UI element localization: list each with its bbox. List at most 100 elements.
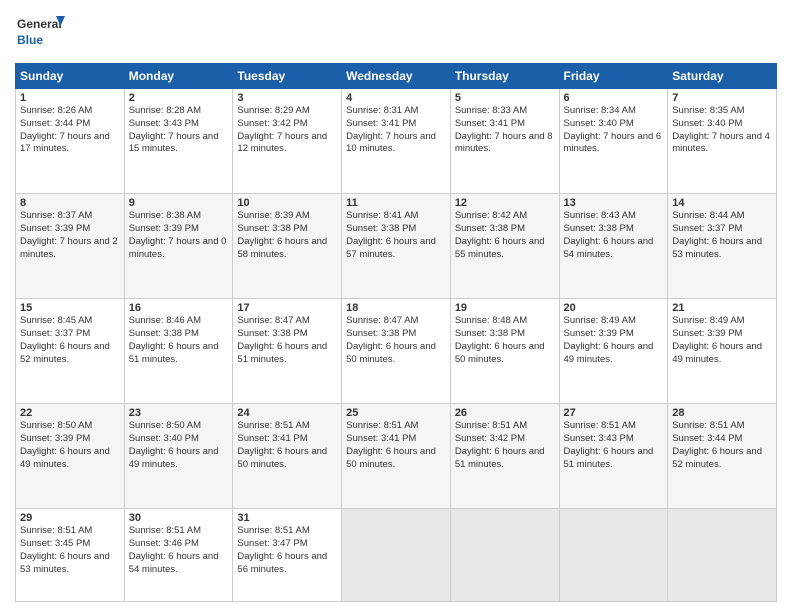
day-info: Sunrise: 8:46 AMSunset: 3:38 PMDaylight:…: [129, 315, 219, 364]
day-info: Sunrise: 8:39 AMSunset: 3:38 PMDaylight:…: [237, 210, 327, 259]
calendar-cell: 11Sunrise: 8:41 AMSunset: 3:38 PMDayligh…: [342, 194, 451, 299]
day-info: Sunrise: 8:48 AMSunset: 3:38 PMDaylight:…: [455, 315, 545, 364]
day-info: Sunrise: 8:51 AMSunset: 3:41 PMDaylight:…: [237, 420, 327, 469]
day-number: 11: [346, 197, 446, 209]
calendar-day-header: Tuesday: [233, 64, 342, 89]
calendar-cell: 15Sunrise: 8:45 AMSunset: 3:37 PMDayligh…: [16, 299, 125, 404]
day-number: 25: [346, 407, 446, 419]
day-number: 21: [672, 302, 772, 314]
day-info: Sunrise: 8:26 AMSunset: 3:44 PMDaylight:…: [20, 105, 110, 154]
calendar-cell: 3Sunrise: 8:29 AMSunset: 3:42 PMDaylight…: [233, 89, 342, 194]
day-info: Sunrise: 8:51 AMSunset: 3:47 PMDaylight:…: [237, 525, 327, 574]
day-info: Sunrise: 8:51 AMSunset: 3:44 PMDaylight:…: [672, 420, 762, 469]
day-info: Sunrise: 8:43 AMSunset: 3:38 PMDaylight:…: [564, 210, 654, 259]
calendar-cell: 5Sunrise: 8:33 AMSunset: 3:41 PMDaylight…: [450, 89, 559, 194]
calendar-day-header: Thursday: [450, 64, 559, 89]
day-number: 16: [129, 302, 229, 314]
day-info: Sunrise: 8:47 AMSunset: 3:38 PMDaylight:…: [237, 315, 327, 364]
calendar-cell: 23Sunrise: 8:50 AMSunset: 3:40 PMDayligh…: [124, 404, 233, 509]
calendar-cell: 13Sunrise: 8:43 AMSunset: 3:38 PMDayligh…: [559, 194, 668, 299]
day-info: Sunrise: 8:50 AMSunset: 3:40 PMDaylight:…: [129, 420, 219, 469]
day-number: 6: [564, 92, 664, 104]
day-number: 17: [237, 302, 337, 314]
day-info: Sunrise: 8:51 AMSunset: 3:41 PMDaylight:…: [346, 420, 436, 469]
day-number: 2: [129, 92, 229, 104]
calendar-cell: 19Sunrise: 8:48 AMSunset: 3:38 PMDayligh…: [450, 299, 559, 404]
calendar-cell: 16Sunrise: 8:46 AMSunset: 3:38 PMDayligh…: [124, 299, 233, 404]
day-info: Sunrise: 8:37 AMSunset: 3:39 PMDaylight:…: [20, 210, 118, 259]
calendar-week-row: 1Sunrise: 8:26 AMSunset: 3:44 PMDaylight…: [16, 89, 777, 194]
calendar-cell: 31Sunrise: 8:51 AMSunset: 3:47 PMDayligh…: [233, 509, 342, 602]
calendar-day-header: Friday: [559, 64, 668, 89]
calendar-header-row: SundayMondayTuesdayWednesdayThursdayFrid…: [16, 64, 777, 89]
day-info: Sunrise: 8:35 AMSunset: 3:40 PMDaylight:…: [672, 105, 770, 154]
calendar-cell: 14Sunrise: 8:44 AMSunset: 3:37 PMDayligh…: [668, 194, 777, 299]
day-number: 28: [672, 407, 772, 419]
calendar-cell: 2Sunrise: 8:28 AMSunset: 3:43 PMDaylight…: [124, 89, 233, 194]
day-number: 20: [564, 302, 664, 314]
calendar-day-header: Wednesday: [342, 64, 451, 89]
day-number: 18: [346, 302, 446, 314]
day-info: Sunrise: 8:31 AMSunset: 3:41 PMDaylight:…: [346, 105, 436, 154]
day-number: 27: [564, 407, 664, 419]
calendar-cell: 9Sunrise: 8:38 AMSunset: 3:39 PMDaylight…: [124, 194, 233, 299]
day-info: Sunrise: 8:29 AMSunset: 3:42 PMDaylight:…: [237, 105, 327, 154]
day-info: Sunrise: 8:51 AMSunset: 3:42 PMDaylight:…: [455, 420, 545, 469]
day-number: 30: [129, 512, 229, 524]
calendar-cell: 24Sunrise: 8:51 AMSunset: 3:41 PMDayligh…: [233, 404, 342, 509]
calendar-cell: 6Sunrise: 8:34 AMSunset: 3:40 PMDaylight…: [559, 89, 668, 194]
calendar-cell: 27Sunrise: 8:51 AMSunset: 3:43 PMDayligh…: [559, 404, 668, 509]
calendar-cell: 12Sunrise: 8:42 AMSunset: 3:38 PMDayligh…: [450, 194, 559, 299]
calendar-week-row: 8Sunrise: 8:37 AMSunset: 3:39 PMDaylight…: [16, 194, 777, 299]
day-info: Sunrise: 8:45 AMSunset: 3:37 PMDaylight:…: [20, 315, 110, 364]
day-number: 24: [237, 407, 337, 419]
calendar-day-header: Saturday: [668, 64, 777, 89]
calendar-cell: 1Sunrise: 8:26 AMSunset: 3:44 PMDaylight…: [16, 89, 125, 194]
calendar-cell: 4Sunrise: 8:31 AMSunset: 3:41 PMDaylight…: [342, 89, 451, 194]
calendar-table: SundayMondayTuesdayWednesdayThursdayFrid…: [15, 63, 777, 602]
day-number: 10: [237, 197, 337, 209]
day-number: 7: [672, 92, 772, 104]
day-number: 8: [20, 197, 120, 209]
calendar-week-row: 29Sunrise: 8:51 AMSunset: 3:45 PMDayligh…: [16, 509, 777, 602]
day-number: 14: [672, 197, 772, 209]
calendar-cell: 26Sunrise: 8:51 AMSunset: 3:42 PMDayligh…: [450, 404, 559, 509]
calendar-cell: [559, 509, 668, 602]
day-number: 31: [237, 512, 337, 524]
day-number: 9: [129, 197, 229, 209]
day-number: 3: [237, 92, 337, 104]
calendar-cell: [668, 509, 777, 602]
calendar-cell: 21Sunrise: 8:49 AMSunset: 3:39 PMDayligh…: [668, 299, 777, 404]
calendar-cell: [342, 509, 451, 602]
day-info: Sunrise: 8:33 AMSunset: 3:41 PMDaylight:…: [455, 105, 553, 154]
day-number: 4: [346, 92, 446, 104]
day-info: Sunrise: 8:42 AMSunset: 3:38 PMDaylight:…: [455, 210, 545, 259]
day-info: Sunrise: 8:51 AMSunset: 3:43 PMDaylight:…: [564, 420, 654, 469]
calendar-week-row: 22Sunrise: 8:50 AMSunset: 3:39 PMDayligh…: [16, 404, 777, 509]
calendar-cell: [450, 509, 559, 602]
page-header: General Blue: [15, 10, 777, 55]
logo: General Blue: [15, 10, 65, 55]
day-info: Sunrise: 8:49 AMSunset: 3:39 PMDaylight:…: [564, 315, 654, 364]
day-number: 19: [455, 302, 555, 314]
calendar-week-row: 15Sunrise: 8:45 AMSunset: 3:37 PMDayligh…: [16, 299, 777, 404]
calendar-cell: 28Sunrise: 8:51 AMSunset: 3:44 PMDayligh…: [668, 404, 777, 509]
calendar-cell: 29Sunrise: 8:51 AMSunset: 3:45 PMDayligh…: [16, 509, 125, 602]
calendar-day-header: Monday: [124, 64, 233, 89]
calendar-cell: 22Sunrise: 8:50 AMSunset: 3:39 PMDayligh…: [16, 404, 125, 509]
day-number: 29: [20, 512, 120, 524]
calendar-cell: 10Sunrise: 8:39 AMSunset: 3:38 PMDayligh…: [233, 194, 342, 299]
day-number: 22: [20, 407, 120, 419]
calendar-cell: 18Sunrise: 8:47 AMSunset: 3:38 PMDayligh…: [342, 299, 451, 404]
day-number: 5: [455, 92, 555, 104]
page-container: General Blue SundayMondayTuesdayWednesda…: [0, 0, 792, 612]
day-number: 15: [20, 302, 120, 314]
calendar-day-header: Sunday: [16, 64, 125, 89]
svg-text:Blue: Blue: [17, 33, 43, 47]
day-info: Sunrise: 8:34 AMSunset: 3:40 PMDaylight:…: [564, 105, 662, 154]
svg-text:General: General: [17, 17, 62, 31]
logo-svg: General Blue: [15, 10, 65, 55]
calendar-cell: 25Sunrise: 8:51 AMSunset: 3:41 PMDayligh…: [342, 404, 451, 509]
calendar-cell: 7Sunrise: 8:35 AMSunset: 3:40 PMDaylight…: [668, 89, 777, 194]
day-number: 13: [564, 197, 664, 209]
